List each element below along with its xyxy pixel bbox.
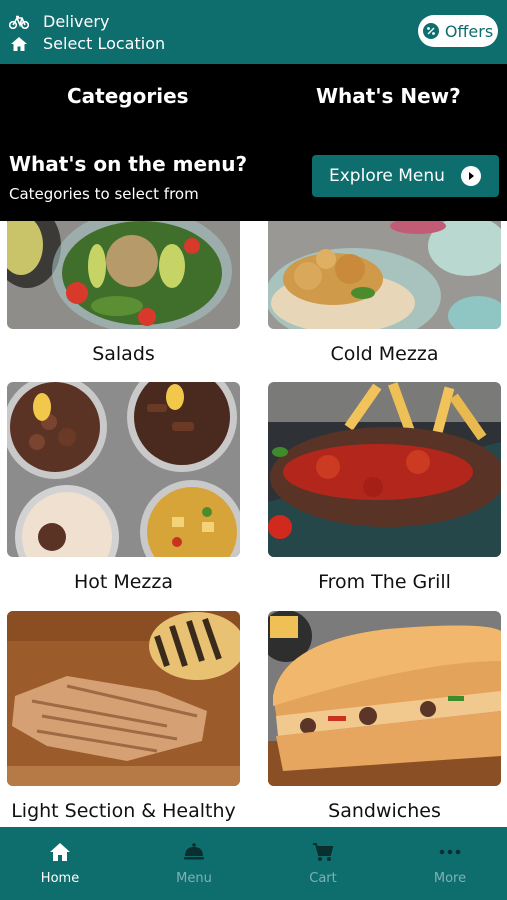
tab-whats-new[interactable]: What's New? bbox=[316, 84, 461, 108]
category-label: Sandwiches bbox=[328, 800, 441, 822]
more-dots-icon bbox=[438, 841, 462, 863]
explore-menu-label: Explore Menu bbox=[329, 166, 445, 186]
top-bar: Delivery Select Location Offers bbox=[0, 0, 507, 64]
nav-label: More bbox=[433, 871, 467, 886]
nav-more[interactable]: More bbox=[387, 827, 507, 900]
menu-subtitle: Categories to select from bbox=[9, 185, 199, 203]
nav-cart[interactable]: Cart bbox=[260, 827, 386, 900]
menu-header: Categories What's New? What's on the men… bbox=[0, 64, 507, 221]
grilled-chicken-photo bbox=[7, 611, 240, 786]
nav-home[interactable]: Home bbox=[0, 827, 123, 900]
grill-photo bbox=[268, 382, 501, 557]
home-icon bbox=[48, 841, 72, 863]
category-salads[interactable]: Salads bbox=[7, 221, 240, 371]
cloche-icon bbox=[182, 841, 206, 863]
category-cold-mezza[interactable]: Cold Mezza bbox=[268, 221, 501, 371]
nav-menu[interactable]: Menu bbox=[131, 827, 257, 900]
bicycle-icon bbox=[9, 14, 29, 30]
offers-label: Offers bbox=[444, 21, 494, 41]
bottom-navigation: Home Menu Cart More bbox=[0, 827, 507, 900]
cold-mezza-photo bbox=[268, 221, 501, 329]
category-label: From The Grill bbox=[318, 571, 451, 593]
category-hot-mezza[interactable]: Hot Mezza bbox=[7, 382, 240, 594]
category-from-the-grill[interactable]: From The Grill bbox=[268, 382, 501, 594]
offers-percent-icon bbox=[422, 23, 439, 39]
sandwich-photo bbox=[268, 611, 501, 786]
salad-photo bbox=[7, 221, 240, 329]
hot-mezza-photo bbox=[7, 382, 240, 557]
nav-label: Cart bbox=[309, 871, 337, 886]
nav-label: Home bbox=[40, 871, 80, 886]
location-row[interactable]: Select Location bbox=[9, 34, 165, 53]
delivery-label: Delivery bbox=[43, 12, 110, 31]
location-label: Select Location bbox=[43, 34, 166, 53]
category-sandwiches[interactable]: Sandwiches bbox=[268, 611, 501, 823]
category-label: Light Section & Healthy bbox=[11, 800, 236, 822]
tab-categories[interactable]: Categories bbox=[67, 84, 189, 108]
category-label: Hot Mezza bbox=[73, 571, 174, 593]
explore-menu-button[interactable]: Explore Menu bbox=[312, 155, 499, 197]
chevron-right-icon bbox=[461, 166, 481, 186]
offers-button[interactable]: Offers bbox=[418, 15, 498, 47]
menu-title: What's on the menu? bbox=[9, 152, 248, 176]
delivery-row[interactable]: Delivery bbox=[9, 12, 109, 31]
home-location-icon bbox=[9, 36, 29, 52]
category-label: Salads bbox=[92, 343, 155, 365]
nav-label: Menu bbox=[176, 871, 212, 886]
category-light-section-healthy[interactable]: Light Section & Healthy bbox=[7, 611, 240, 823]
cart-icon bbox=[311, 841, 335, 863]
category-label: Cold Mezza bbox=[330, 343, 439, 365]
